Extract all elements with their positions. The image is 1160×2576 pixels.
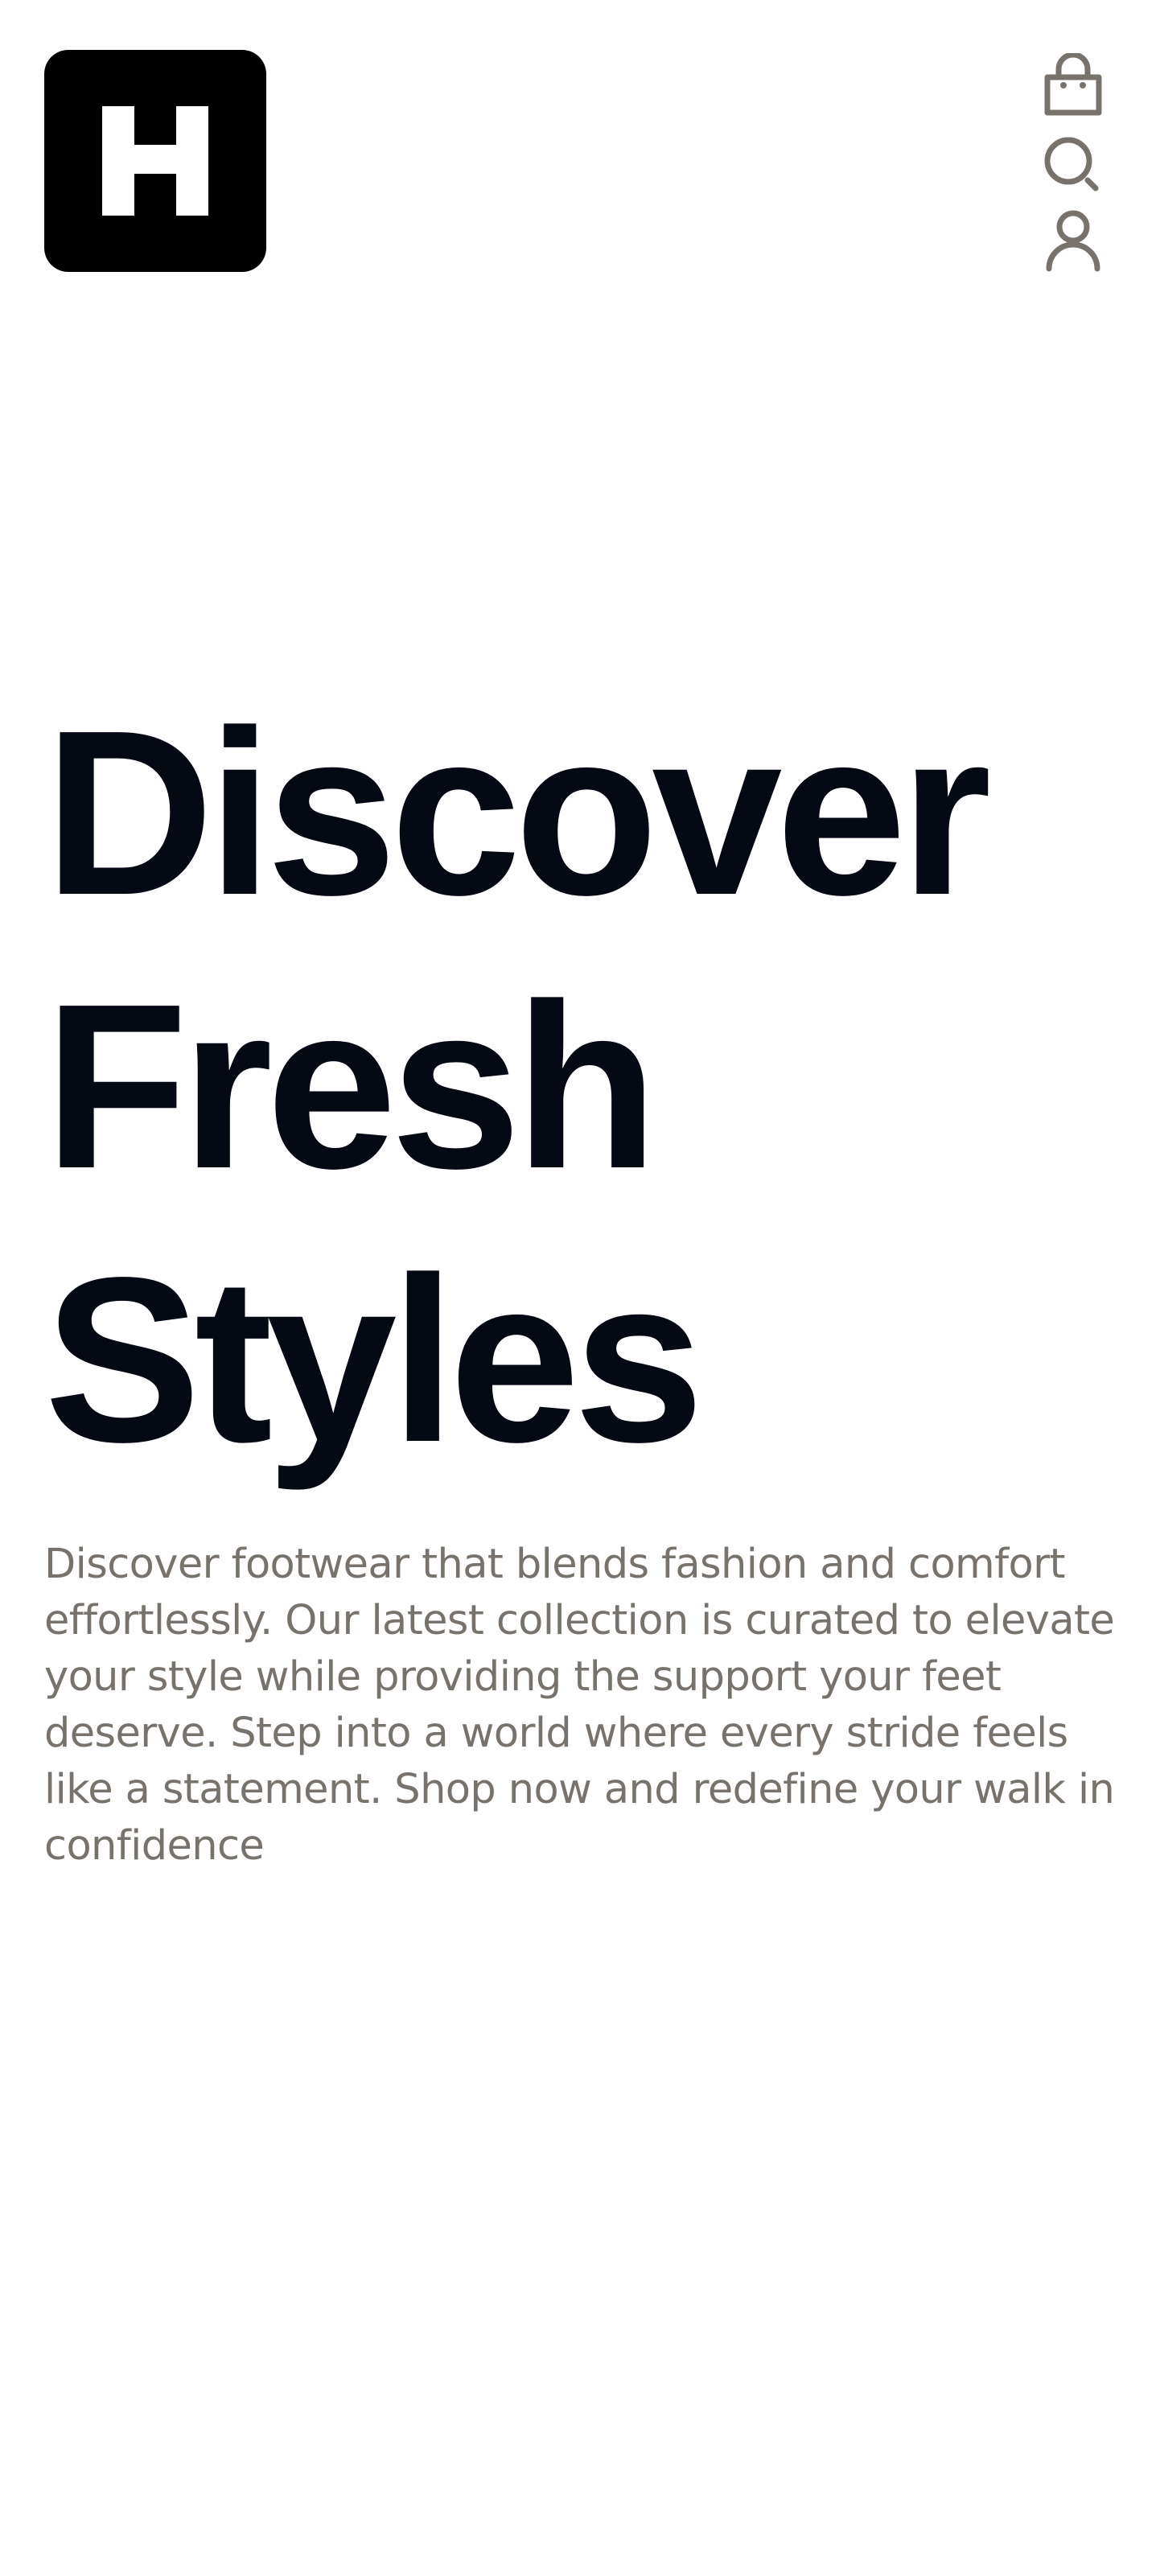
brand-logo[interactable] [44,50,266,272]
hero-title: Discover Fresh Styles [44,676,1122,1496]
hero-title-line: Fresh [44,955,658,1217]
logo-h-mark [102,106,208,216]
hero-title-line: Discover [44,681,992,944]
hero-title-line: Styles [44,1228,704,1491]
shopping-bag-icon[interactable] [1041,51,1105,121]
user-icon[interactable] [1041,208,1105,275]
search-icon[interactable] [1041,130,1105,198]
hero-description: Discover footwear that blends fashion an… [44,1541,1115,1870]
